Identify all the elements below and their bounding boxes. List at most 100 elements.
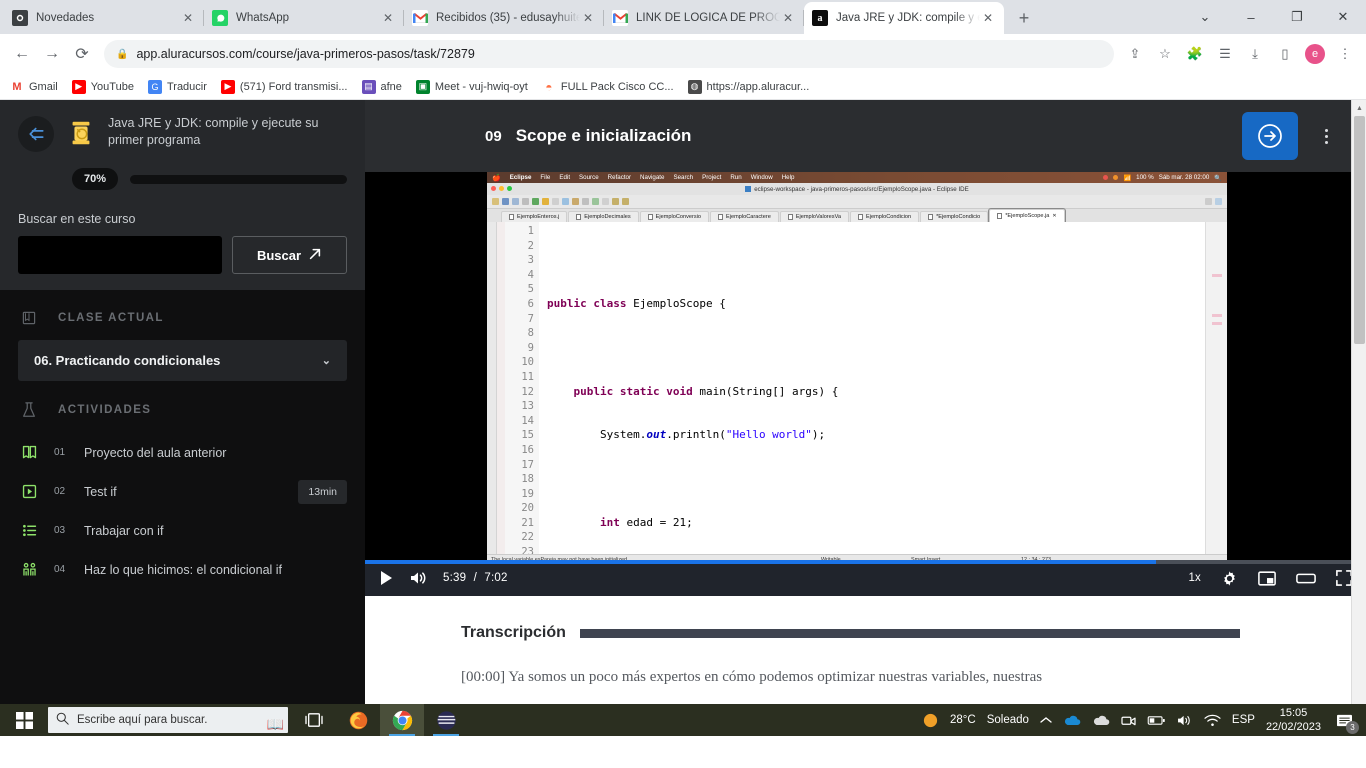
chrome-icon[interactable] xyxy=(380,704,424,736)
new-package-icon[interactable] xyxy=(572,198,579,205)
reading-list-icon[interactable]: ☰ xyxy=(1212,41,1238,67)
activity-item-02[interactable]: 02 Test if 13min xyxy=(0,472,365,511)
taskbar-search-box[interactable]: Escribe aquí para buscar. 📖 xyxy=(48,707,288,733)
current-class-item[interactable]: 06. Practicando condicionales ⌄ xyxy=(18,340,347,381)
editor-tab-5[interactable]: EjemploCondicion xyxy=(850,211,920,222)
activity-item-01[interactable]: 01 Proyecto del aula anterior xyxy=(0,433,365,472)
share-icon[interactable]: ⇪ xyxy=(1122,41,1148,67)
bookmark-alura[interactable]: ◍ https://app.aluracur... xyxy=(687,79,809,94)
editor-tab-0[interactable]: EjemploEnteros.j xyxy=(501,211,568,222)
onedrive-icon[interactable] xyxy=(1063,714,1081,726)
bookmark-youtube[interactable]: ▶ YouTube xyxy=(71,79,134,94)
maximize-button[interactable]: ❐ xyxy=(1274,0,1320,34)
lesson-menu-icon[interactable] xyxy=(1312,128,1340,144)
bookmark-meet[interactable]: ▣ Meet - vuj-hwiq-oyt xyxy=(415,79,528,94)
save-all-icon[interactable] xyxy=(512,198,519,205)
picture-in-picture-icon[interactable] xyxy=(1258,570,1276,586)
editor-gutter[interactable] xyxy=(497,222,505,554)
new-tab-button[interactable]: + xyxy=(1010,4,1038,32)
traffic-lights[interactable] xyxy=(491,186,512,191)
next-lesson-button[interactable] xyxy=(1242,112,1298,160)
chrome-menu-icon[interactable]: ⋮ xyxy=(1332,41,1358,67)
search-input[interactable] xyxy=(18,236,222,274)
video-player[interactable]: 🍎 Eclipse File Edit Source Refactor Navi… xyxy=(365,172,1366,596)
close-icon[interactable]: ✕ xyxy=(780,11,796,25)
page-scrollbar-thumb[interactable] xyxy=(1354,116,1365,344)
close-window-button[interactable]: ✕ xyxy=(1320,0,1366,34)
video-seekbar[interactable] xyxy=(365,560,1366,564)
play-icon[interactable] xyxy=(379,570,393,586)
print-icon[interactable] xyxy=(522,198,529,205)
new-class-icon[interactable] xyxy=(562,198,569,205)
page-scrollbar[interactable]: ▲ ▼ xyxy=(1351,100,1366,736)
back-icon[interactable] xyxy=(612,198,619,205)
search-button[interactable]: Buscar xyxy=(232,236,347,274)
volume-icon[interactable] xyxy=(409,570,427,586)
editor-tab-7[interactable]: *EjemploScope.ja ✕ xyxy=(988,208,1066,223)
editor-tab-1[interactable]: EjemploDecimales xyxy=(568,211,639,222)
weather-description[interactable]: Soleado xyxy=(987,714,1029,726)
close-icon[interactable]: ✕ xyxy=(1052,213,1056,219)
avatar[interactable]: e xyxy=(1302,41,1328,67)
task-view-icon[interactable] xyxy=(292,704,336,736)
editor-tab-3[interactable]: EjemploCaractere xyxy=(710,211,779,222)
extensions-icon[interactable]: 🧩 xyxy=(1182,41,1208,67)
scroll-up-arrow-icon[interactable]: ▲ xyxy=(1352,100,1366,116)
start-button[interactable] xyxy=(0,704,48,736)
search-icon[interactable] xyxy=(582,198,589,205)
bookmark-gmail[interactable]: M Gmail xyxy=(10,79,58,94)
collapse-sidebar-icon[interactable] xyxy=(18,116,54,152)
browser-tab-2[interactable]: Recibidos (35) - edusayhuite ✕ xyxy=(404,2,604,34)
firefox-icon[interactable] xyxy=(336,704,380,736)
notifications-icon[interactable]: 3 xyxy=(1332,708,1359,734)
code-text[interactable]: public class EjemploScope { public stati… xyxy=(539,222,1227,554)
language-indicator[interactable]: ESP xyxy=(1232,714,1255,726)
reload-icon[interactable]: ⟳ xyxy=(68,40,96,68)
fullscreen-icon[interactable] xyxy=(1336,570,1352,586)
chevron-down-icon[interactable]: ⌄ xyxy=(1182,0,1228,34)
wifi-icon[interactable] xyxy=(1204,714,1221,727)
close-icon[interactable]: ✕ xyxy=(580,11,596,25)
sidepanel-icon[interactable]: ▯ xyxy=(1272,41,1298,67)
bookmark-ford[interactable]: ▶ (571) Ford transmisi... xyxy=(220,79,348,94)
taskbar-clock[interactable]: 15:05 22/02/2023 xyxy=(1266,706,1321,734)
close-icon[interactable]: ✕ xyxy=(380,11,396,25)
bookmark-cisco[interactable]: ◓ FULL Pack Cisco CC... xyxy=(542,80,673,94)
close-icon[interactable]: ✕ xyxy=(980,11,996,25)
activity-item-04[interactable]: 04 Haz lo que hicimos: el condicional if xyxy=(0,550,365,589)
volume-icon[interactable] xyxy=(1177,714,1193,727)
cloud-icon[interactable] xyxy=(1092,714,1110,726)
editor-tab-6[interactable]: *EjemploCondicio xyxy=(920,211,989,222)
forward-icon[interactable] xyxy=(622,198,629,205)
browser-tab-1[interactable]: WhatsApp ✕ xyxy=(204,2,404,34)
coverage-icon[interactable] xyxy=(552,198,559,205)
save-icon[interactable] xyxy=(502,198,509,205)
browser-tab-4[interactable]: a Java JRE y JDK: compile y eje ✕ xyxy=(804,2,1004,34)
bookmark-star-icon[interactable]: ☆ xyxy=(1152,41,1178,67)
minimize-button[interactable]: – xyxy=(1228,0,1274,34)
playback-speed[interactable]: 1x xyxy=(1188,572,1201,584)
run-icon[interactable] xyxy=(542,198,549,205)
bookmark-traducir[interactable]: G Traducir xyxy=(147,79,207,94)
next-annotation-icon[interactable] xyxy=(602,198,609,205)
activity-item-03[interactable]: 03 Trabajar con if xyxy=(0,511,365,550)
quick-access-icon[interactable] xyxy=(1205,198,1212,205)
close-icon[interactable]: ✕ xyxy=(180,11,196,25)
browser-tab-3[interactable]: LINK DE LOGICA DE PROGRA ✕ xyxy=(604,2,804,34)
back-icon[interactable]: ← xyxy=(8,40,36,68)
external-tools-icon[interactable] xyxy=(592,198,599,205)
perspective-java-icon[interactable] xyxy=(1215,198,1222,205)
browser-tab-0[interactable]: Novedades ✕ xyxy=(4,2,204,34)
gear-icon[interactable] xyxy=(1221,570,1238,587)
address-bar[interactable]: 🔒 app.aluracursos.com/course/java-primer… xyxy=(104,40,1114,68)
downloads-icon[interactable]: ⤓ xyxy=(1242,41,1268,67)
debug-icon[interactable] xyxy=(532,198,539,205)
edge-icon[interactable] xyxy=(424,704,468,736)
editor-tab-4[interactable]: EjemploValoresVa xyxy=(779,211,849,222)
theater-mode-icon[interactable] xyxy=(1296,572,1316,585)
battery-icon[interactable] xyxy=(1147,715,1166,726)
new-icon[interactable] xyxy=(492,198,499,205)
camera-icon[interactable] xyxy=(1121,714,1136,727)
forward-icon[interactable]: → xyxy=(38,40,66,68)
bookmark-afne[interactable]: ▤ afne xyxy=(361,79,402,94)
